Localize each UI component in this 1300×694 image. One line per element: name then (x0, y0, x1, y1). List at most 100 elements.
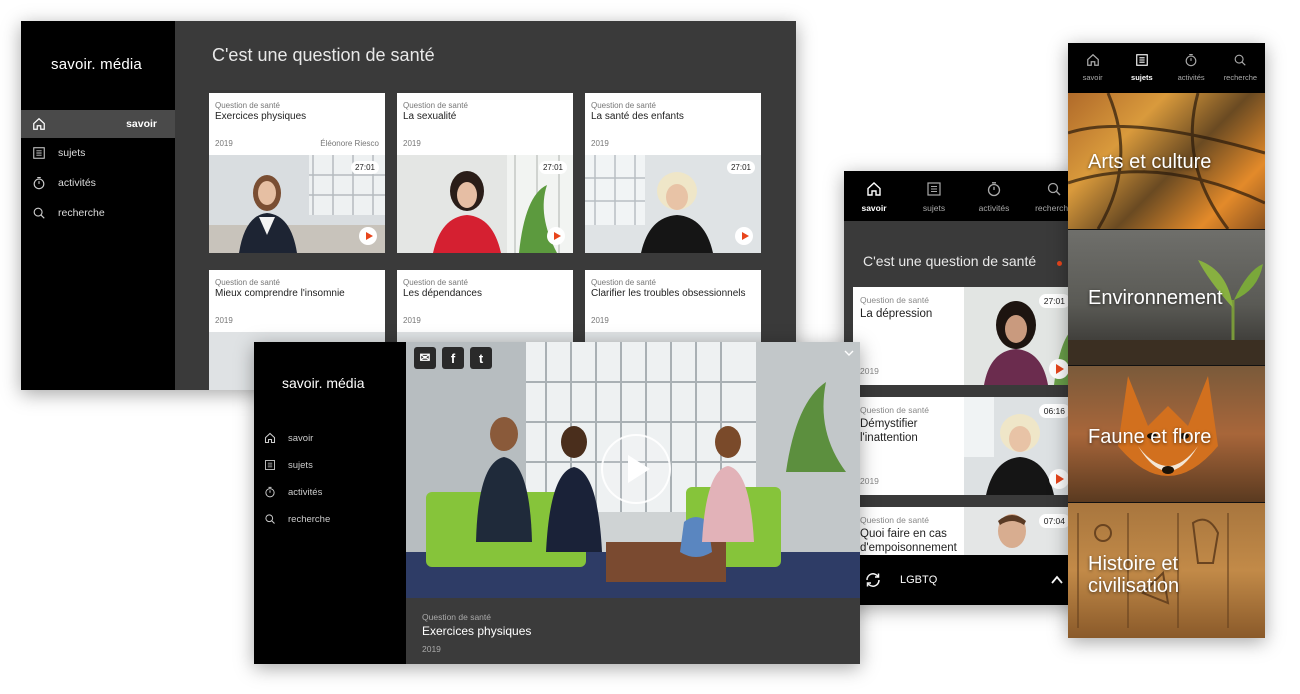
play-icon[interactable] (359, 227, 377, 245)
tab-activites[interactable]: activités (964, 171, 1024, 221)
video-card[interactable]: Question de santé Exercices physiques 20… (209, 93, 385, 253)
sidebar-item-savoir[interactable]: savoir (264, 429, 313, 447)
email-share-button[interactable]: ✉ (414, 347, 436, 369)
sidebar-item-activites[interactable]: activités (264, 483, 322, 501)
sidebar-item-sujets[interactable]: sujets (264, 456, 313, 474)
item-title: La dépression (860, 308, 933, 320)
card-title: Mieux comprendre l'insomnie (215, 288, 345, 299)
tab-savoir[interactable]: savoir (844, 171, 904, 221)
video-card[interactable]: Question de santé La santé des enfants 2… (585, 93, 761, 253)
play-icon[interactable] (547, 227, 565, 245)
top-nav: savoir sujets activités recherche (1068, 43, 1265, 93)
card-year: 2019 (591, 316, 609, 325)
card-title: Les dépendances (403, 288, 482, 299)
topic-tile-faune-et-flore[interactable]: Faune et flore (1068, 366, 1265, 502)
logo: savoir. média (282, 375, 365, 391)
play-icon[interactable] (1049, 469, 1069, 489)
sidebar: savoir. média savoir sujets activités re… (254, 342, 406, 664)
email-icon: ✉ (419, 350, 431, 365)
search-icon (1234, 54, 1247, 66)
item-kicker: Question de santé (860, 295, 929, 305)
card-kicker: Question de santé (403, 101, 468, 110)
search-icon (1047, 182, 1061, 196)
card-kicker: Question de santé (591, 101, 656, 110)
item-kicker: Question de santé (860, 405, 929, 415)
facebook-share-button[interactable]: f (442, 347, 464, 369)
sidebar-item-activites[interactable]: activités (21, 169, 175, 197)
tab-label: recherche (1223, 73, 1258, 82)
caption-title: Exercices physiques (422, 624, 532, 638)
card-title: La sexualité (403, 111, 457, 122)
chevron-down-icon[interactable] (844, 348, 854, 358)
list-icon (1136, 54, 1148, 66)
play-icon[interactable] (735, 227, 753, 245)
search-icon (33, 207, 45, 219)
category-label: LGBTQ (900, 574, 938, 586)
tab-activites[interactable]: activités (1167, 43, 1216, 93)
sidebar-item-label: recherche (288, 513, 331, 525)
chevron-up-icon[interactable] (1050, 573, 1064, 587)
home-icon (33, 117, 45, 130)
tab-label: activités (978, 203, 1010, 213)
card-year: 2019 (403, 139, 421, 148)
tab-sujets[interactable]: sujets (904, 171, 964, 221)
video-thumbnail: 06:16 (964, 397, 1075, 495)
facebook-icon: f (450, 350, 456, 366)
tab-label: sujets (1131, 73, 1153, 82)
caption-year: 2019 (422, 644, 441, 654)
video-thumbnail: 27:01 (585, 155, 761, 253)
refresh-icon[interactable] (864, 571, 882, 589)
timer-icon (987, 182, 1001, 197)
twitter-share-button[interactable]: t (470, 347, 492, 369)
sidebar-item-label: sujets (288, 459, 313, 471)
card-year: 2019 (215, 316, 233, 325)
card-author: Éléonore Riesco (320, 139, 379, 148)
caption-kicker: Question de santé (422, 612, 491, 622)
sidebar-item-savoir[interactable]: savoir (21, 110, 175, 138)
topic-name: Histoire et civilisation (1088, 553, 1180, 597)
topics-screen: savoir sujets activités recherche Arts e… (1068, 43, 1265, 638)
tab-recherche[interactable]: recherche (1216, 43, 1265, 93)
topic-tile-environnement[interactable]: Environnement (1068, 230, 1265, 365)
list-item[interactable]: Question de santé Démystifier l'inattent… (853, 397, 1075, 495)
home-icon (264, 432, 276, 444)
duration-badge: 27:01 (1038, 294, 1070, 308)
item-year: 2019 (860, 366, 879, 376)
duration-badge: 27:01 (726, 161, 755, 174)
tab-label: sujets (922, 203, 946, 213)
play-icon[interactable] (601, 434, 671, 504)
category-bar[interactable]: LGBTQ (844, 555, 1084, 605)
sidebar-item-sujets[interactable]: sujets (21, 139, 175, 167)
timer-icon (33, 177, 45, 190)
card-year: 2019 (215, 139, 233, 148)
video-card[interactable]: Question de santé La sexualité 2019 27:0… (397, 93, 573, 253)
card-title: Exercices physiques (215, 111, 307, 122)
list-icon (33, 147, 45, 159)
sidebar-item-recherche[interactable]: recherche (264, 510, 330, 528)
tab-sujets[interactable]: sujets (1117, 43, 1166, 93)
duration-badge: 06:16 (1038, 404, 1070, 418)
new-indicator-dot (1057, 261, 1062, 266)
card-title: Clarifier les troubles obsessionnels (591, 288, 746, 299)
home-icon (867, 182, 881, 196)
card-year: 2019 (403, 316, 421, 325)
item-kicker: Question de santé (860, 515, 929, 525)
video-thumbnail: 27:01 (397, 155, 573, 253)
list-item[interactable]: Question de santé Quoi faire en cas d'em… (853, 507, 1075, 555)
tab-savoir[interactable]: savoir (1068, 43, 1117, 93)
list-icon (265, 460, 275, 470)
item-title: Démystifier l'inattention (860, 418, 918, 444)
topic-tile-arts-et-culture[interactable]: Arts et culture (1068, 93, 1265, 229)
top-nav: savoir sujets activités recherche (844, 171, 1084, 221)
tab-label: savoir (1082, 73, 1103, 82)
page-title: C'est une question de santé (212, 45, 435, 65)
card-kicker: Question de santé (591, 278, 656, 287)
topic-tile-histoire-et-civilisation[interactable]: Histoire et civilisation (1068, 503, 1265, 638)
sidebar-item-label: recherche (58, 207, 105, 219)
list-item[interactable]: Question de santé La dépression 2019 27:… (853, 287, 1075, 385)
play-icon[interactable] (1049, 359, 1069, 379)
sidebar-item-recherche[interactable]: recherche (21, 199, 175, 227)
item-title: Quoi faire en cas d'empoisonnement (860, 528, 957, 554)
video-frame[interactable]: ✉ f t (406, 342, 860, 598)
sidebar-item-label: activités (58, 177, 96, 189)
